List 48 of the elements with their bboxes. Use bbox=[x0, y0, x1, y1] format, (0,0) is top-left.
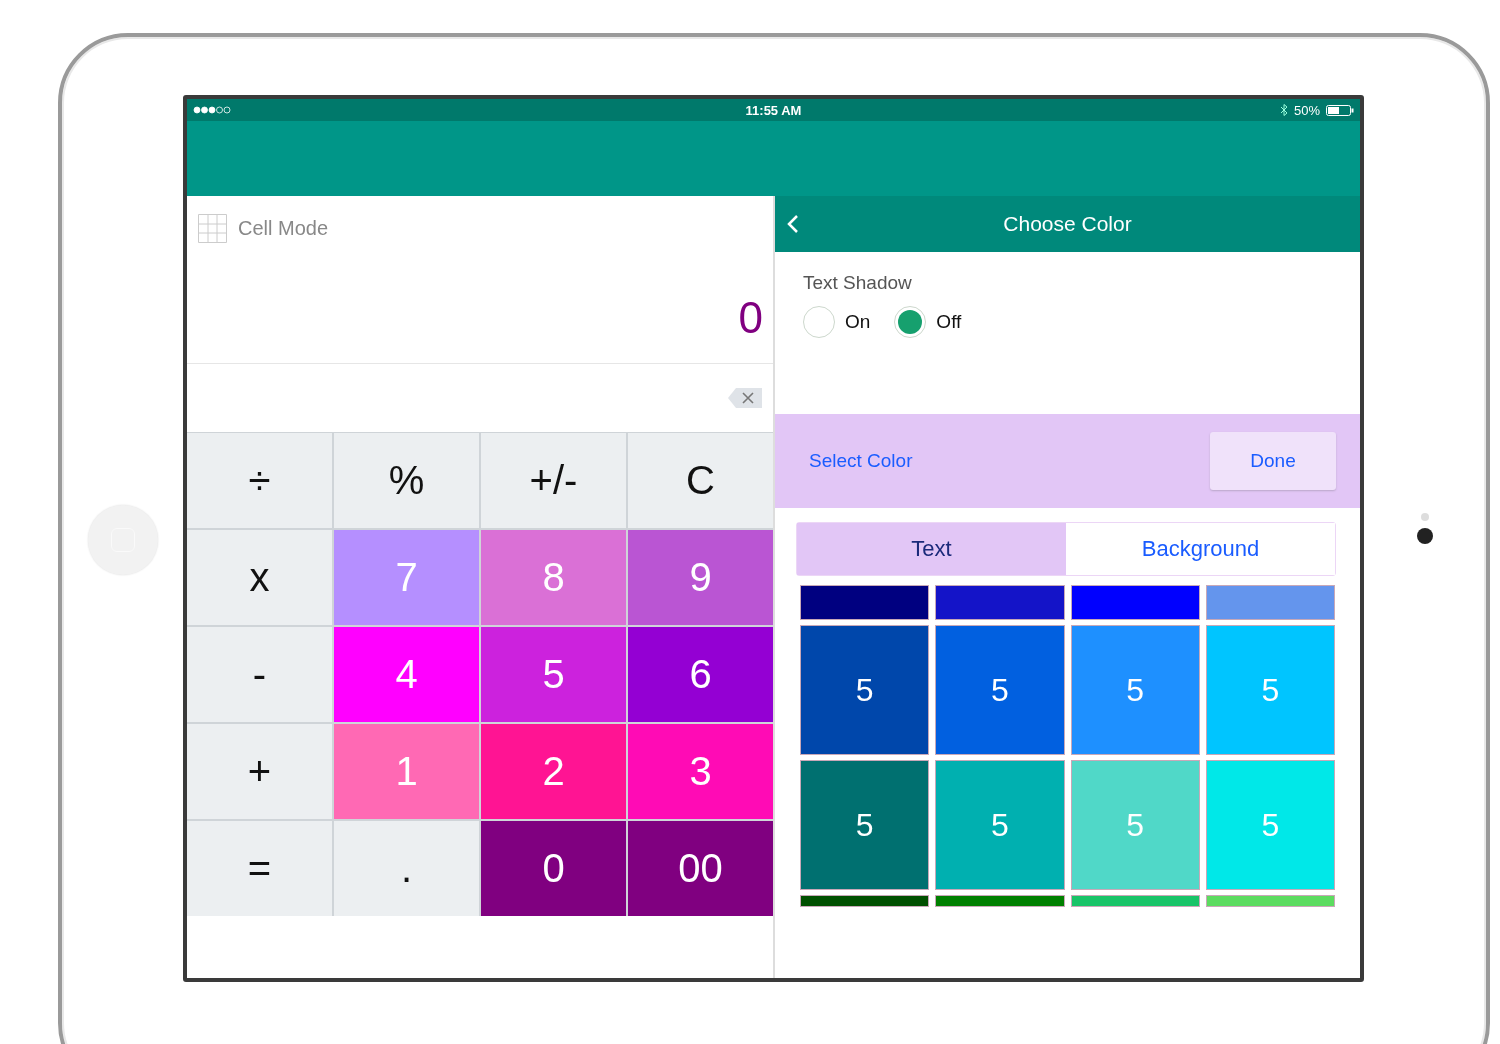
keypad-key[interactable]: . bbox=[334, 821, 479, 916]
grid-icon bbox=[198, 214, 227, 243]
keypad-key[interactable]: 00 bbox=[628, 821, 773, 916]
tab[interactable]: Text bbox=[797, 523, 1066, 575]
keypad-key[interactable]: 2 bbox=[481, 724, 626, 819]
signal-icon bbox=[193, 106, 233, 114]
battery-icon bbox=[1326, 104, 1354, 116]
color-swatch[interactable] bbox=[935, 585, 1065, 620]
color-swatch[interactable] bbox=[1205, 585, 1335, 620]
color-swatch[interactable]: 5 bbox=[1070, 625, 1200, 755]
dialog-title: Choose Color bbox=[1002, 212, 1133, 236]
display-value: 0 bbox=[738, 293, 764, 343]
keypad-key[interactable]: 6 bbox=[628, 627, 773, 722]
select-color-label: Select Color bbox=[809, 450, 914, 472]
color-swatch[interactable] bbox=[1070, 895, 1200, 907]
done-button[interactable]: Done bbox=[1210, 432, 1336, 490]
keypad-key[interactable]: 0 bbox=[481, 821, 626, 916]
sensor-dot bbox=[1421, 513, 1429, 521]
radio-label[interactable]: On bbox=[845, 311, 871, 333]
color-swatch[interactable]: 5 bbox=[800, 625, 930, 755]
color-swatch[interactable] bbox=[1205, 895, 1335, 907]
backspace-icon[interactable] bbox=[727, 387, 763, 409]
keypad-key[interactable]: 5 bbox=[481, 627, 626, 722]
mode-label[interactable]: Cell Mode bbox=[238, 217, 329, 240]
keypad-key[interactable]: 3 bbox=[628, 724, 773, 819]
keypad-key[interactable]: - bbox=[187, 627, 332, 722]
color-swatch[interactable] bbox=[800, 895, 930, 907]
bluetooth-icon bbox=[1280, 104, 1288, 116]
color-swatch[interactable]: 5 bbox=[935, 625, 1065, 755]
keypad-key[interactable]: C bbox=[628, 433, 773, 528]
keypad-key[interactable]: ÷ bbox=[187, 433, 332, 528]
color-swatch[interactable] bbox=[935, 895, 1065, 907]
keypad-key[interactable]: % bbox=[334, 433, 479, 528]
section-label: Text Shadow bbox=[803, 272, 913, 294]
color-swatch[interactable] bbox=[800, 585, 930, 620]
camera-icon bbox=[1417, 528, 1433, 544]
back-icon[interactable] bbox=[787, 214, 799, 234]
keypad-key[interactable]: + bbox=[187, 724, 332, 819]
status-time: 11:55 AM bbox=[745, 102, 802, 118]
color-swatch[interactable]: 5 bbox=[800, 760, 930, 890]
keypad-key[interactable]: x bbox=[187, 530, 332, 625]
battery-percent: 50% bbox=[1294, 102, 1320, 118]
keypad-key[interactable]: 4 bbox=[334, 627, 479, 722]
keypad-key[interactable]: = bbox=[187, 821, 332, 916]
color-swatch[interactable] bbox=[1070, 585, 1200, 620]
keypad-key[interactable]: 9 bbox=[628, 530, 773, 625]
keypad-key[interactable]: +/- bbox=[481, 433, 626, 528]
radio-label[interactable]: Off bbox=[936, 311, 962, 333]
